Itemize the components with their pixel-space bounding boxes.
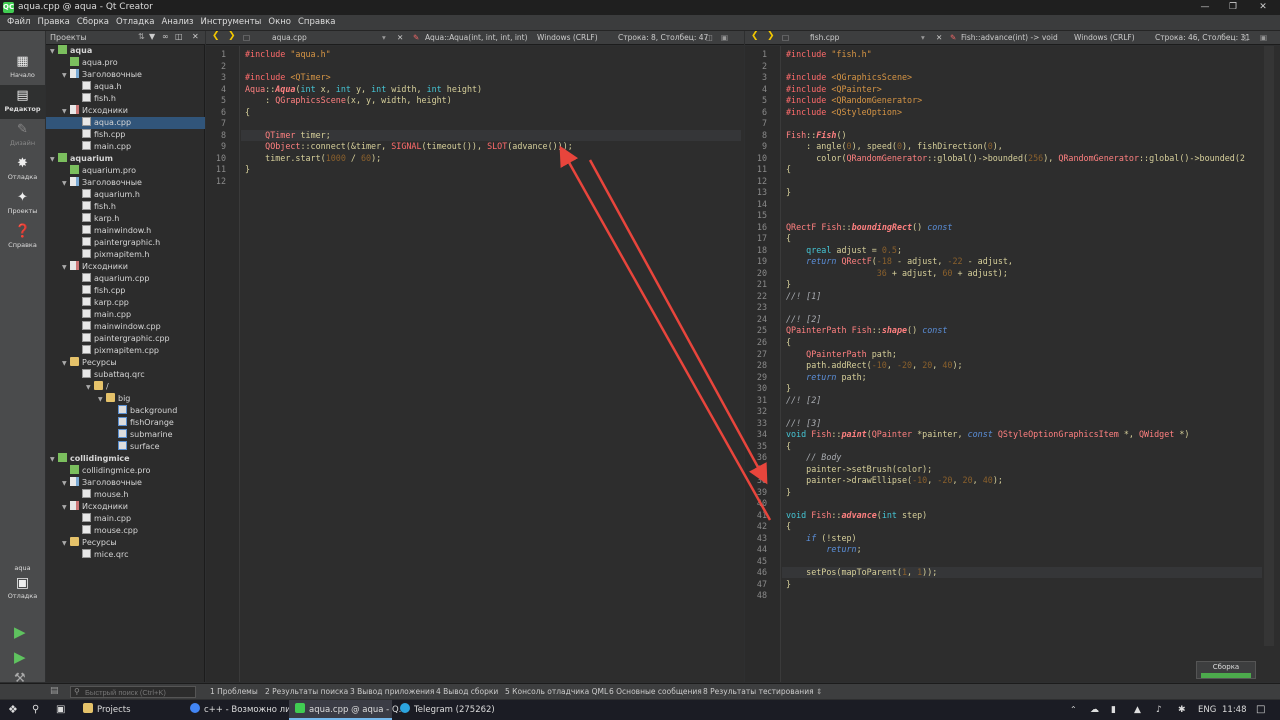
arrow-to-advance-slot xyxy=(559,145,772,521)
network-icon[interactable]: ▲ xyxy=(1134,700,1141,720)
pane-test-results[interactable]: 8 Результаты тестирования xyxy=(703,687,814,696)
telegram-icon xyxy=(400,703,410,713)
chrome-icon xyxy=(190,703,200,713)
pane-qml-console[interactable]: 5 Консоль отладчика QML xyxy=(505,687,608,696)
taskbar-item-chrome[interactable]: c++ - Возможно ли ... xyxy=(184,700,301,720)
folder-icon xyxy=(83,703,93,713)
chevron-updown-icon[interactable]: ⇕ xyxy=(816,687,822,696)
notifications-icon[interactable]: □ xyxy=(1256,700,1265,720)
taskbar: ❖ ⚲ ▣ Projects c++ - Возможно ли ... aqu… xyxy=(0,700,1280,720)
sidebar-toggle-icon[interactable]: ▤ xyxy=(50,686,59,696)
annotation-arrows xyxy=(559,145,772,521)
pane-app-output[interactable]: 3 Вывод приложения xyxy=(350,687,434,696)
pane-compile-output[interactable]: 4 Вывод сборки xyxy=(436,687,498,696)
battery-icon[interactable]: ▮ xyxy=(1111,700,1116,720)
task-view-icon[interactable]: ▣ xyxy=(56,700,65,720)
clock[interactable]: 11:48 xyxy=(1222,700,1247,720)
language-indicator[interactable]: ENG xyxy=(1198,700,1216,720)
tray-icon[interactable]: ☁ xyxy=(1090,700,1099,720)
windows-start-icon[interactable]: ❖ xyxy=(8,700,18,720)
output-pane-bar: ▤ ⚲ 1 Проблемы 2 Результаты поиска 3 Выв… xyxy=(0,683,1280,699)
locator-search-input[interactable] xyxy=(70,686,196,698)
taskbar-item-explorer[interactable]: Projects xyxy=(77,700,181,720)
build-progress[interactable]: Сборка xyxy=(1196,661,1256,679)
arrow-to-fish-paint xyxy=(588,159,768,485)
search-icon: ⚲ xyxy=(74,687,80,696)
pane-search-results[interactable]: 2 Результаты поиска xyxy=(265,687,348,696)
pane-issues[interactable]: 1 Проблемы xyxy=(210,687,258,696)
build-progress-bar xyxy=(1201,673,1251,678)
taskbar-item-telegram[interactable]: Telegram (275262) xyxy=(394,700,498,720)
volume-icon[interactable]: ♪ xyxy=(1156,700,1162,720)
search-icon[interactable]: ⚲ xyxy=(32,700,39,720)
pane-general-messages[interactable]: 6 Основные сообщения xyxy=(609,687,702,696)
bluetooth-icon[interactable]: ✱ xyxy=(1178,700,1186,720)
qt-icon xyxy=(295,703,305,713)
tray-chevron-icon[interactable]: ⌃ xyxy=(1070,700,1077,720)
taskbar-item-qtcreator[interactable]: aqua.cpp @ aqua - Q... xyxy=(289,700,407,720)
